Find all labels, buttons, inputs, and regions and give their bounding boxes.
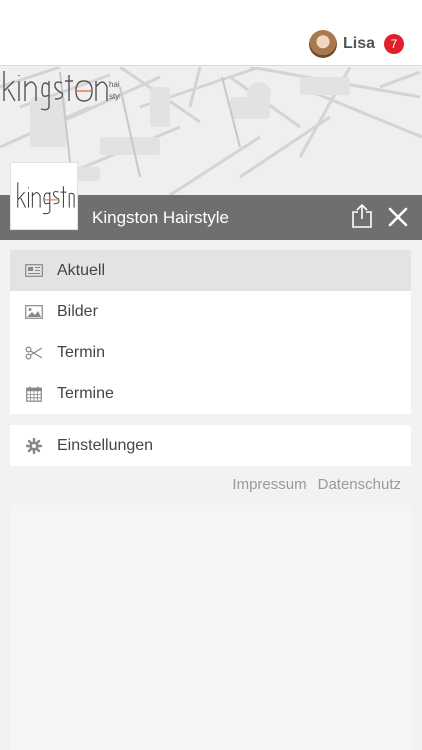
footer-links: Impressum Datenschutz — [232, 476, 401, 493]
menu-item-aktuell[interactable]: Aktuell — [10, 250, 411, 291]
menu-item-termin[interactable]: Termin — [10, 332, 411, 373]
datenschutz-link[interactable]: Datenschutz — [318, 476, 401, 493]
svg-text:hair: hair — [109, 80, 120, 89]
banner-logo: hair style — [3, 71, 120, 111]
menu-item-label: Termin — [57, 343, 106, 361]
gear-icon — [25, 437, 43, 454]
main-menu: Aktuell Bilder Termin Termine — [10, 250, 411, 414]
top-bar: Lisa 7 — [0, 0, 422, 66]
menu-item-label: Aktuell — [57, 261, 106, 279]
close-icon[interactable] — [388, 207, 408, 227]
svg-text:style: style — [109, 92, 120, 101]
username[interactable]: Lisa — [343, 35, 375, 53]
content-panel — [10, 505, 411, 750]
user-menu[interactable]: Lisa 7 — [308, 30, 404, 58]
menu-item-label: Termine — [57, 384, 114, 402]
profile-logo — [10, 162, 78, 230]
settings-label: Einstellungen — [57, 436, 154, 454]
page-title: Kingston Hairstyle — [92, 207, 230, 227]
image-icon — [25, 304, 43, 320]
menu-item-einstellungen[interactable]: Einstellungen — [10, 425, 411, 466]
scissors-icon — [25, 345, 43, 361]
menu-item-termine[interactable]: Termine — [10, 373, 411, 414]
menu-item-bilder[interactable]: Bilder — [10, 291, 411, 332]
share-icon[interactable] — [350, 203, 374, 229]
impressum-link[interactable]: Impressum — [232, 476, 306, 493]
calendar-icon — [25, 386, 43, 402]
menu-item-label: Bilder — [57, 302, 98, 320]
newspaper-icon — [25, 263, 43, 279]
avatar[interactable] — [308, 30, 337, 58]
notification-badge[interactable]: 7 — [384, 34, 404, 54]
